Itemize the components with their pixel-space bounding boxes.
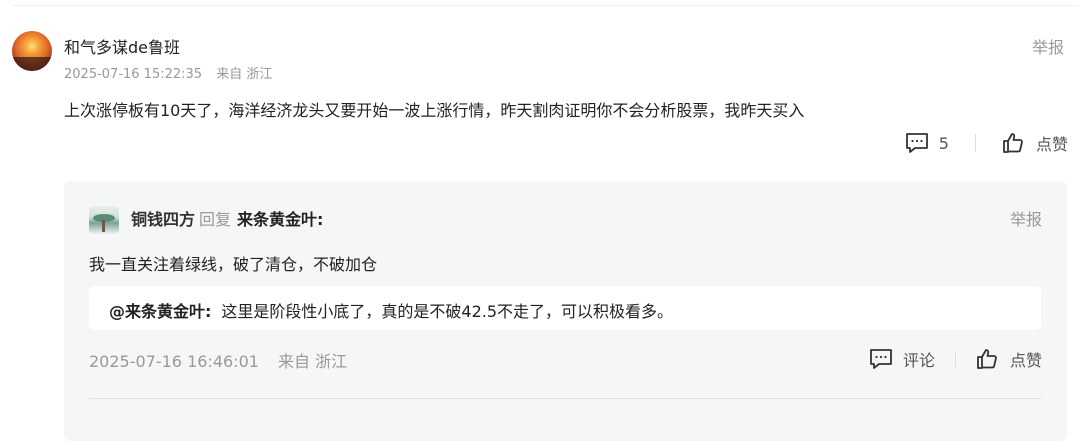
- reply-actions: 评论 点赞: [869, 347, 1042, 371]
- like-button[interactable]: 点赞: [1002, 131, 1068, 155]
- reply-verb: 回复: [199, 210, 232, 229]
- reply-content: 我一直关注着绿线，破了清仓，不破加仓: [89, 255, 378, 274]
- comment-location: 来自 浙江: [216, 67, 273, 82]
- thumbs-up-icon: [976, 348, 998, 370]
- comment-timestamp: 2025-07-16 15:22:35: [64, 67, 203, 82]
- reply-action-divider: [954, 351, 956, 367]
- thumbs-up-icon: [1002, 132, 1024, 154]
- report-button[interactable]: 举报: [1032, 34, 1064, 58]
- reply-like-button[interactable]: 点赞: [976, 347, 1042, 371]
- reply-comment-button[interactable]: 评论: [869, 347, 935, 371]
- user-avatar[interactable]: [12, 31, 52, 71]
- reply-like-label: 点赞: [1009, 351, 1042, 370]
- like-label: 点赞: [1035, 135, 1068, 154]
- comment-actions: 5 点赞: [905, 131, 1068, 155]
- reply-target[interactable]: 来条黄金叶:: [237, 210, 323, 229]
- comment-icon: [905, 132, 929, 154]
- reply-thread: 铜钱四方 回复 来条黄金叶: 举报 我一直关注着绿线，破了清仓，不破加仓 @来条黄金…: [64, 181, 1067, 441]
- comment-username[interactable]: 和气多谋de鲁班: [64, 34, 180, 58]
- quote-text: 这里是阶段性小底了，真的是不破42.5不走了，可以积极看多。: [221, 302, 674, 321]
- reply-report-button[interactable]: 举报: [1010, 206, 1042, 230]
- reply-meta: 2025-07-16 16:46:01 来自 浙江: [89, 348, 361, 372]
- reply-user-avatar[interactable]: [89, 206, 119, 234]
- reply-comment-label: 评论: [902, 351, 935, 370]
- comment-meta: 2025-07-16 15:22:35 来自 浙江: [64, 63, 282, 82]
- reply-location: 来自 浙江: [278, 352, 348, 371]
- reply-count: 5: [938, 133, 949, 153]
- quoted-comment: @来条黄金叶: 这里是阶段性小底了，真的是不破42.5不走了，可以积极看多。: [89, 286, 1041, 330]
- top-divider: [12, 5, 1078, 6]
- reply-timestamp: 2025-07-16 16:46:01: [89, 352, 259, 371]
- action-divider: [974, 134, 976, 152]
- reply-username[interactable]: 铜钱四方: [131, 210, 195, 229]
- reply-header: 铜钱四方 回复 来条黄金叶:: [131, 206, 323, 230]
- comment-icon: [869, 348, 893, 370]
- comment-content: 上次涨停板有10天了，海洋经济龙头又要开始一波上涨行情，昨天割肉证明你不会分析股…: [64, 101, 805, 120]
- reply-separator: [89, 398, 1042, 399]
- quote-username[interactable]: @来条黄金叶:: [109, 302, 211, 321]
- reply-count-button[interactable]: 5: [905, 132, 949, 154]
